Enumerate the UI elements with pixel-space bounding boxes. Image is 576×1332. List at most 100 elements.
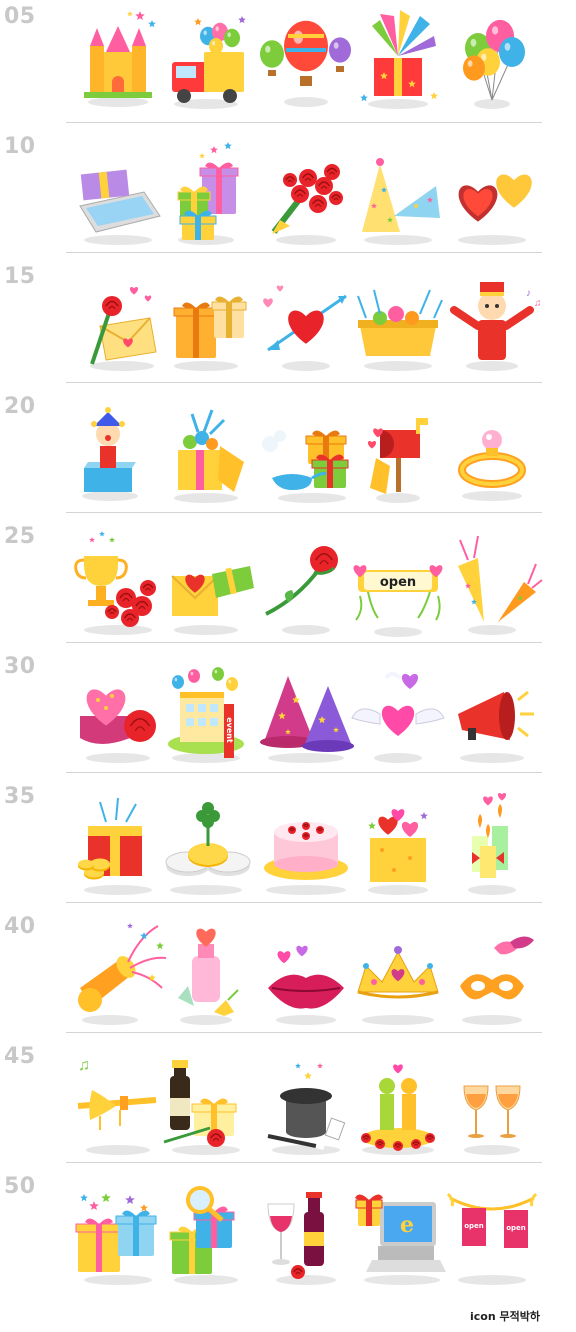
hearts-gift-box-icon-graphic: [368, 809, 428, 895]
open-sign-icon-graphic: open: [353, 565, 443, 637]
trumpet-icon-graphic: ♫: [77, 1057, 157, 1155]
magic-hat-icon-graphic: [267, 1063, 346, 1155]
wine-glasses-icon: [444, 1046, 540, 1156]
surprise-gift-box-icon-graphic: [360, 10, 438, 109]
masquerade-mask-icon: [444, 916, 540, 1026]
heart-box-rose-icon-graphic: [80, 689, 156, 763]
party-poppers-icon: [444, 526, 543, 636]
open-banner-flags-label: open: [464, 1222, 484, 1230]
open-sign-label: open: [380, 575, 416, 590]
open-gift-box-icon-graphic: [174, 409, 244, 503]
gift-boxes-icon: [158, 266, 254, 376]
trophy-roses-icon: [70, 526, 166, 636]
jack-in-the-box-icon: [70, 396, 166, 506]
masquerade-mask-icon-graphic: [460, 936, 534, 1025]
icon-row: 35: [0, 780, 576, 908]
fruit-gift-basket-icon: [350, 266, 446, 376]
balloons-icon: [444, 6, 540, 116]
jack-in-the-box-icon-graphic: [82, 407, 138, 501]
balloons-icon-graphic: [463, 19, 525, 109]
svg-text:♫: ♫: [78, 1057, 90, 1074]
trumpet-icon: ♫: [70, 1046, 166, 1156]
row-number: 15: [4, 264, 36, 289]
party-hats-icon-graphic: [362, 158, 440, 245]
row-divider: [66, 382, 542, 383]
love-letter-rose-icon-graphic: [90, 286, 157, 371]
clover-coins-icon: [158, 786, 254, 896]
gift-truck-icon: [158, 6, 254, 116]
row-divider: [66, 1162, 542, 1163]
icon-row: 45 ♫: [0, 1040, 576, 1168]
magic-hat-icon: [258, 1046, 354, 1156]
party-poppers-icon-graphic: [458, 535, 543, 635]
magnifier-gift-icon: [158, 1176, 254, 1286]
open-sign-icon: open: [350, 526, 446, 637]
trophy-roses-icon-graphic: [74, 531, 156, 635]
icon-row: 15 ♪ ♫: [0, 260, 576, 388]
row-number: 30: [4, 654, 36, 679]
megaphone-icon: [444, 656, 540, 766]
mailbox-icon-graphic: [367, 418, 428, 503]
rose-bouquet-icon: [258, 136, 354, 246]
bellboy-icon: ♪ ♫: [444, 266, 542, 376]
gift-card-envelope-icon: [70, 136, 166, 246]
wine-glass-bottle-icon: [258, 1176, 354, 1286]
magic-lamp-gifts-icon-graphic: [262, 430, 349, 503]
treasure-box-coins-icon: [70, 786, 166, 896]
candles-icon-graphic: [468, 792, 516, 895]
wine-bottle-gift-icon: [158, 1046, 254, 1156]
surprise-gift-box-icon: [350, 6, 446, 116]
row-divider: [66, 772, 542, 773]
icon-row: 10: [0, 130, 576, 258]
heart-arrow-icon-graphic: [263, 285, 347, 371]
winged-heart-icon: [350, 656, 446, 766]
wine-glass-bottle-icon-graphic: [267, 1192, 336, 1285]
castle-icon: [70, 6, 166, 116]
svg-text:♫: ♫: [534, 298, 542, 309]
icon-row: 25 open: [0, 520, 576, 648]
couple-figures-icon: [350, 1046, 446, 1156]
row-number: 10: [4, 134, 36, 159]
gift-truck-icon-graphic: [172, 16, 246, 109]
event-building-label: event: [225, 717, 234, 743]
fruit-gift-basket-icon-graphic: [357, 289, 443, 371]
ring-icon: [444, 396, 540, 506]
row-divider: [66, 252, 542, 253]
hot-air-balloons-icon: [258, 6, 354, 116]
open-banner-flags-icon-graphic: open open: [446, 1192, 538, 1285]
hot-air-balloons-icon-graphic: [260, 20, 351, 107]
wine-glasses-icon-graphic: [463, 1085, 521, 1155]
couple-figures-icon-graphic: [361, 1064, 435, 1155]
heart-box-rose-icon: [70, 656, 166, 766]
love-letter-rose-icon: [70, 266, 166, 376]
wizard-hats-icon: [258, 656, 354, 766]
gift-boxes-stars-icon-graphic: [75, 1193, 157, 1285]
heart-chocolate-box-icon: [444, 136, 540, 246]
magnifier-gift-icon-graphic: [169, 1186, 238, 1285]
open-banner-flags-icon: open open: [444, 1176, 540, 1286]
heart-bottle-icon-graphic: [178, 928, 239, 1025]
cake-icon: [258, 786, 354, 896]
row-number: 50: [4, 1174, 36, 1199]
heart-chocolate-box-icon-graphic: [458, 174, 532, 245]
icon-row: 40: [0, 910, 576, 1038]
laptop-gift-icon: e: [350, 1176, 446, 1286]
confetti-cannon-icon: [70, 916, 167, 1026]
row-divider: [66, 512, 542, 513]
hearts-gift-box-icon: [350, 786, 446, 896]
castle-icon-graphic: [84, 11, 156, 107]
gift-card-envelope-icon-graphic: [79, 169, 161, 245]
lips-icon: [258, 916, 354, 1026]
event-building-icon: event: [158, 656, 254, 766]
gift-boxes-stars-icon: [70, 1176, 166, 1286]
tiara-icon: [350, 916, 446, 1026]
row-number: 05: [4, 4, 36, 29]
gift-boxes-icon-graphic: [173, 296, 247, 371]
candles-icon: [444, 786, 540, 896]
wine-bottle-gift-icon-graphic: [163, 1060, 240, 1155]
single-rose-icon-graphic: [265, 546, 338, 635]
laptop-gift-icon-graphic: e: [355, 1194, 446, 1285]
row-number: 45: [4, 1044, 36, 1069]
row-number: 20: [4, 394, 36, 419]
envelope-gift-icon: [158, 526, 254, 636]
